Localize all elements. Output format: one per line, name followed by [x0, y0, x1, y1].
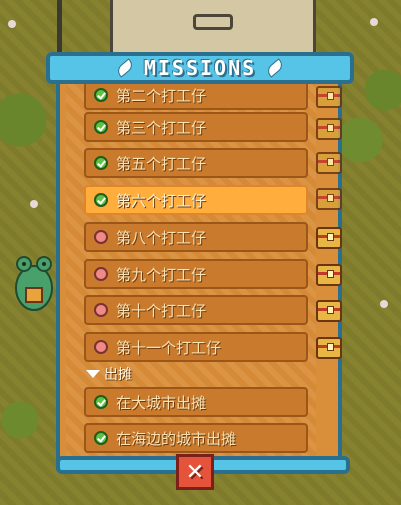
close-button[interactable]: ✕ — [176, 454, 214, 490]
reward-chest-icon[interactable] — [316, 300, 342, 322]
check-icon — [94, 120, 108, 134]
reward-chest-icon[interactable] — [316, 188, 342, 210]
mission-label: 第九个打工仔 — [116, 265, 207, 284]
mission-label: 第五个打工仔 — [116, 154, 207, 173]
incomplete-icon — [94, 340, 108, 354]
mission-label: 第十个打工仔 — [116, 301, 207, 320]
section-label: 出摊 — [104, 367, 132, 383]
incomplete-icon — [94, 230, 108, 244]
lamp-post — [57, 0, 62, 60]
mission-label: 第三个打工仔 — [116, 118, 207, 137]
reward-chest-icon[interactable] — [316, 152, 342, 174]
incomplete-icon — [94, 267, 108, 281]
mission-row[interactable]: 在大城市出摊 — [84, 387, 308, 417]
reward-chest-icon[interactable] — [316, 264, 342, 286]
leaf-icon — [265, 58, 286, 78]
mission-row[interactable]: 第八个打工仔 — [84, 222, 308, 252]
incomplete-icon — [94, 303, 108, 317]
frog-character — [15, 256, 53, 311]
leaf-icon — [114, 58, 135, 78]
mission-row[interactable]: 第十一个打工仔 — [84, 332, 308, 362]
reward-chest-icon[interactable] — [316, 227, 342, 249]
missions-header: MISSIONS — [46, 52, 354, 84]
check-icon — [94, 156, 108, 170]
section-header[interactable]: 出摊 — [86, 365, 132, 383]
mission-row[interactable]: 第十个打工仔 — [84, 295, 308, 325]
flower — [30, 200, 38, 208]
mission-list[interactable]: 第二个打工仔 第三个打工仔 第五个打工仔 第六个打工仔 第八个打工仔 第九个打工… — [84, 80, 308, 454]
reward-chest-icon[interactable] — [316, 86, 342, 108]
check-icon — [94, 395, 108, 409]
panel-title: MISSIONS — [143, 56, 257, 80]
mission-label: 在大城市出摊 — [116, 393, 207, 412]
mission-row[interactable]: 第三个打工仔 — [84, 112, 308, 142]
reward-chest-icon[interactable] — [316, 118, 342, 140]
collapse-triangle-icon[interactable] — [86, 370, 100, 378]
mission-label: 第二个打工仔 — [116, 86, 207, 105]
mission-label: 第六个打工仔 — [116, 191, 207, 210]
cart-handle — [193, 14, 233, 30]
mission-label: 第八个打工仔 — [116, 228, 207, 247]
check-icon — [94, 431, 108, 445]
mission-row[interactable]: 第五个打工仔 — [84, 148, 308, 178]
flower — [370, 18, 378, 26]
mission-row-selected[interactable]: 第六个打工仔 — [84, 185, 308, 215]
flower — [8, 20, 16, 28]
flower — [380, 300, 388, 308]
mission-row[interactable]: 在海边的城市出摊 — [84, 423, 308, 453]
check-icon — [94, 193, 108, 207]
mission-row[interactable]: 第九个打工仔 — [84, 259, 308, 289]
mission-row[interactable]: 第二个打工仔 — [84, 80, 308, 110]
reward-chest-icon[interactable] — [316, 337, 342, 359]
mission-label: 在海边的城市出摊 — [116, 429, 237, 448]
mission-label: 第十一个打工仔 — [116, 338, 222, 357]
check-icon — [94, 88, 108, 102]
